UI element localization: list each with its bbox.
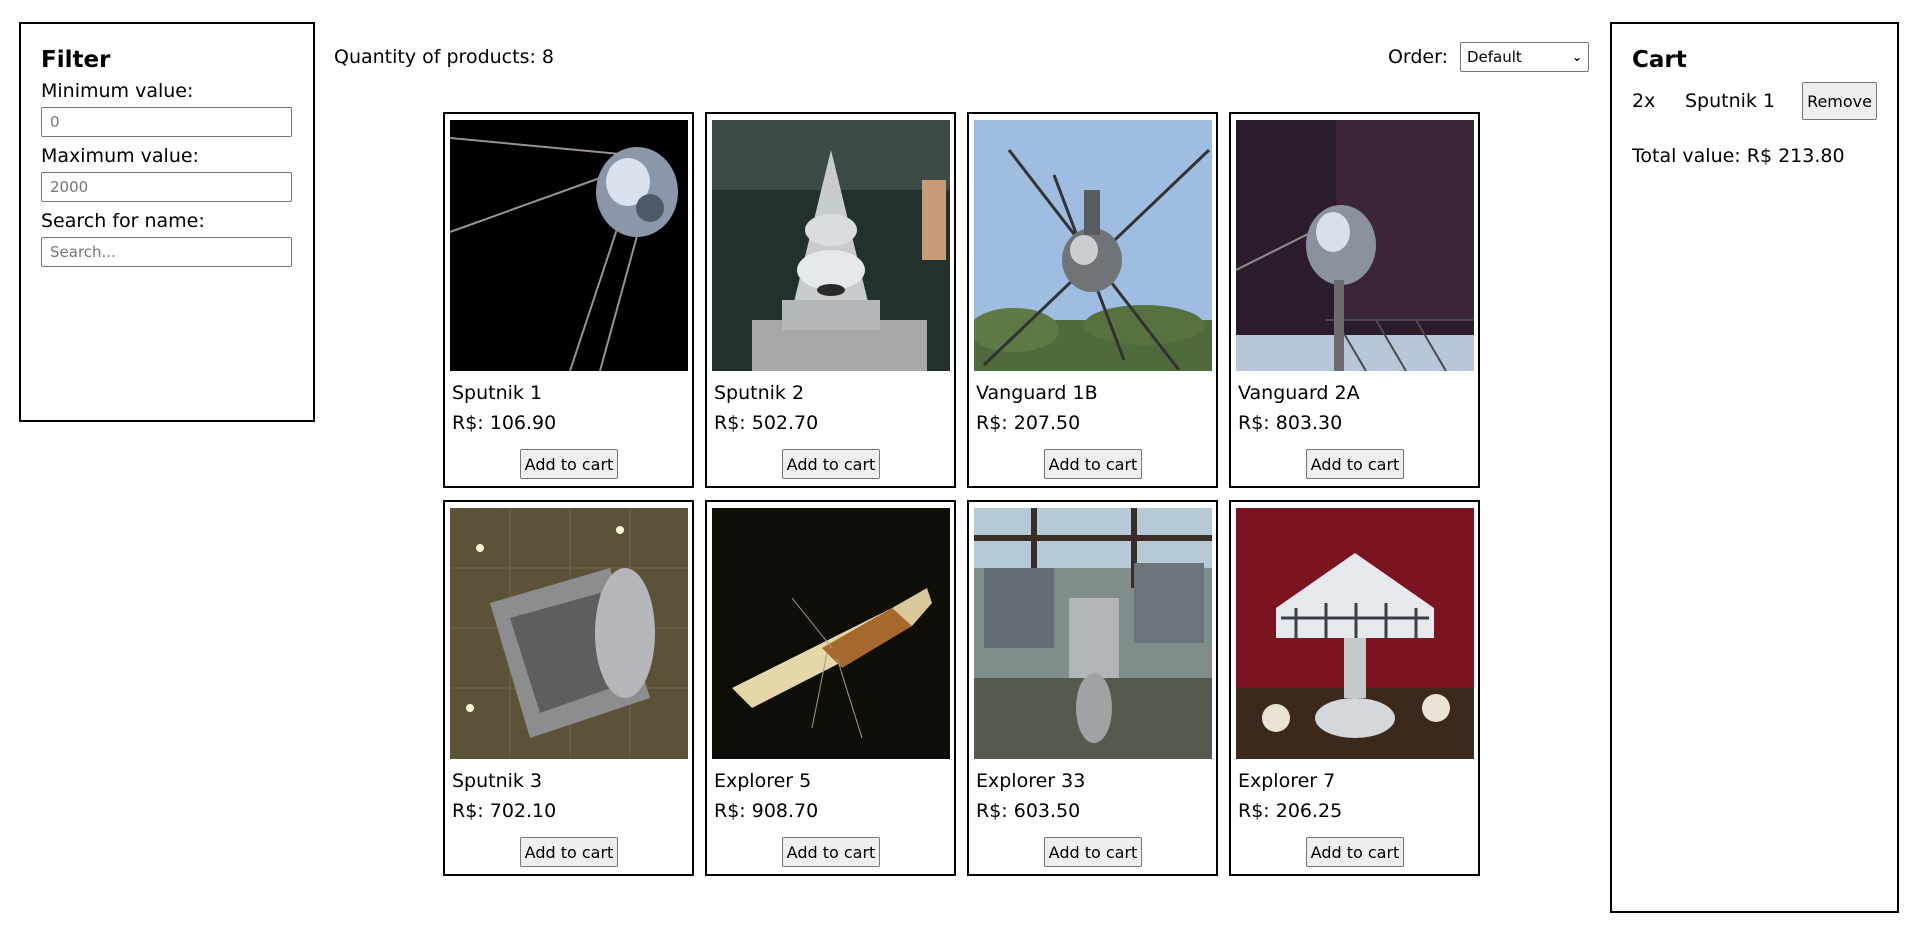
add-to-cart-button[interactable]: Add to cart (1305, 449, 1405, 479)
product-image (974, 508, 1212, 759)
cart-item: 2x Sputnik 1 Remove (1632, 82, 1877, 120)
product-name: Vanguard 1B (976, 382, 1098, 404)
max-value-input[interactable] (41, 172, 292, 202)
product-price: R$: 803.30 (1238, 412, 1343, 434)
product-card: Sputnik 3 R$: 702.10 Add to cart (443, 500, 694, 876)
filter-panel: Filter Minimum value: Maximum value: Sea… (19, 22, 315, 422)
product-image (1236, 508, 1474, 759)
product-card: Vanguard 2A R$: 803.30 Add to cart (1229, 112, 1480, 488)
add-to-cart-button[interactable]: Add to cart (519, 837, 619, 867)
product-card: Explorer 7 R$: 206.25 Add to cart (1229, 500, 1480, 876)
cart-title: Cart (1632, 47, 1687, 73)
add-to-cart-button[interactable]: Add to cart (1043, 837, 1143, 867)
product-card: Explorer 5 R$: 908.70 Add to cart (705, 500, 956, 876)
add-to-cart-button[interactable]: Add to cart (519, 449, 619, 479)
product-card: Explorer 33 R$: 603.50 Add to cart (967, 500, 1218, 876)
add-to-cart-button[interactable]: Add to cart (781, 449, 881, 479)
product-card: Vanguard 1B R$: 207.50 Add to cart (967, 112, 1218, 488)
product-image (450, 508, 688, 759)
search-input[interactable] (41, 237, 292, 267)
product-image (974, 120, 1212, 371)
add-to-cart-button[interactable]: Add to cart (1305, 837, 1405, 867)
product-name: Explorer 5 (714, 770, 812, 792)
product-price: R$: 207.50 (976, 412, 1081, 434)
product-card: Sputnik 2 R$: 502.70 Add to cart (705, 112, 956, 488)
product-price: R$: 502.70 (714, 412, 819, 434)
add-to-cart-button[interactable]: Add to cart (781, 837, 881, 867)
cart-panel: Cart 2x Sputnik 1 Remove Total value: R$… (1610, 22, 1899, 913)
remove-button[interactable]: Remove (1802, 82, 1877, 120)
add-to-cart-button[interactable]: Add to cart (1043, 449, 1143, 479)
product-image (712, 120, 950, 371)
product-quantity-text: Quantity of products: 8 (334, 46, 555, 68)
min-value-input[interactable] (41, 107, 292, 137)
product-name: Vanguard 2A (1238, 382, 1360, 404)
product-name: Explorer 7 (1238, 770, 1336, 792)
min-value-label: Minimum value: (41, 80, 194, 102)
search-name-label: Search for name: (41, 210, 205, 232)
max-value-label: Maximum value: (41, 145, 199, 167)
cart-item-quantity: 2x (1632, 90, 1656, 112)
product-price: R$: 206.25 (1238, 800, 1343, 822)
product-name: Sputnik 2 (714, 382, 805, 404)
cart-item-name: Sputnik 1 (1685, 90, 1776, 112)
product-image (450, 120, 688, 371)
order-selected-value: Default (1467, 48, 1522, 66)
filter-title: Filter (41, 47, 111, 73)
product-name: Sputnik 3 (452, 770, 543, 792)
product-price: R$: 603.50 (976, 800, 1081, 822)
product-name: Explorer 33 (976, 770, 1086, 792)
product-name: Sputnik 1 (452, 382, 543, 404)
order-select[interactable]: Default ⌄ (1460, 42, 1589, 72)
product-price: R$: 106.90 (452, 412, 557, 434)
cart-total: Total value: R$ 213.80 (1632, 145, 1845, 167)
product-price: R$: 702.10 (452, 800, 557, 822)
product-image (1236, 120, 1474, 371)
product-card: Sputnik 1 R$: 106.90 Add to cart (443, 112, 694, 488)
product-price: R$: 908.70 (714, 800, 819, 822)
chevron-down-icon: ⌄ (1571, 50, 1582, 64)
product-image (712, 508, 950, 759)
order-label: Order: (1387, 46, 1448, 68)
order-control: Order: Default ⌄ (1388, 42, 1589, 72)
product-grid: Sputnik 1 R$: 106.90 Add to cart Sputnik… (443, 112, 1481, 876)
